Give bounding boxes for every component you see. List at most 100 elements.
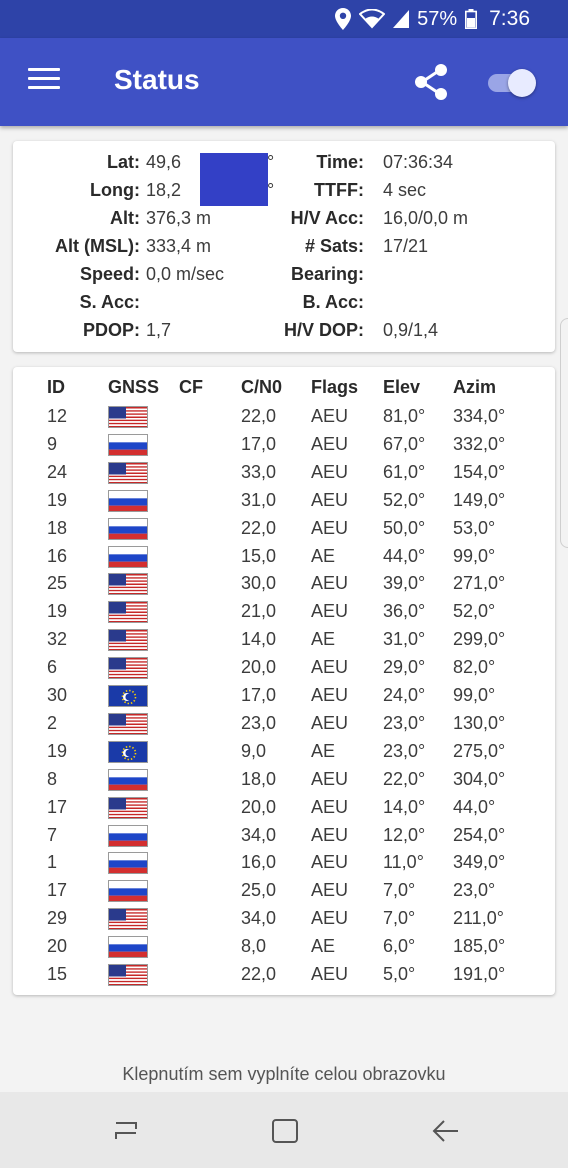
ru-flag-icon (108, 545, 148, 568)
long-value: 18,2 (146, 180, 182, 200)
cell-flags: AEU (311, 685, 349, 705)
cell-id: 15 (47, 964, 68, 984)
lat-label: Lat: (107, 152, 140, 172)
us-flag-icon (108, 964, 148, 986)
header-flags: Flags (311, 377, 359, 397)
cell-cn0: 22,0 (241, 406, 277, 426)
cell-cn0: 16,0 (241, 852, 277, 873)
cell-id: 30 (47, 685, 68, 705)
table-row: 6 20,0 AEU 29,0° 82,0° (13, 654, 555, 682)
cell-id: 6 (47, 657, 58, 678)
table-row: 18 22,0 AEU 50,0° 53,0° (13, 515, 555, 543)
signal-icon (393, 10, 410, 28)
cell-azim: 149,0° (453, 489, 506, 510)
long-label: Long: (90, 180, 140, 200)
cell-id: 7 (47, 824, 58, 845)
cell-azim: 254,0° (453, 824, 506, 845)
hamburger-menu-icon[interactable] (28, 68, 60, 92)
edge-panel-handle[interactable] (560, 318, 568, 548)
cell-id: 2 (47, 712, 58, 733)
cell-elev: 6,0° (383, 936, 416, 957)
hv-acc-value: 16,0/0,0 m (383, 208, 469, 228)
header-id: ID (47, 377, 65, 397)
cell-cn0: 33,0 (241, 461, 277, 482)
pdop-value: 1,7 (146, 320, 172, 340)
cell-cn0: 30,0 (241, 573, 277, 594)
us-flag-icon (108, 629, 148, 652)
cell-id: 1 (47, 852, 58, 873)
share-icon[interactable] (410, 60, 454, 104)
cell-elev: 67,0° (383, 433, 426, 454)
time-value: 07:36:34 (383, 152, 454, 172)
cell-azim: 23,0° (453, 880, 496, 901)
home-icon[interactable] (265, 1114, 305, 1148)
cell-flags: AEU (311, 824, 349, 845)
cell-cn0: 17,0 (241, 685, 277, 705)
us-flag-icon (108, 601, 148, 624)
cell-flags: AEU (311, 964, 349, 984)
cell-elev: 22,0° (383, 768, 426, 789)
cell-elev: 52,0° (383, 489, 426, 510)
ru-flag-icon (108, 517, 148, 540)
cell-id: 29 (47, 908, 68, 929)
header-gnss: GNSS (108, 377, 160, 397)
table-row: 25 30,0 AEU 39,0° 271,0° (13, 570, 555, 598)
cell-elev: 12,0° (383, 824, 426, 845)
cell-cn0: 23,0 (241, 712, 277, 733)
cell-azim: 99,0° (453, 685, 496, 705)
tracking-toggle[interactable] (486, 67, 538, 97)
table-row: 8 18,0 AEU 22,0° 304,0° (13, 766, 555, 794)
cell-cn0: 22,0 (241, 964, 277, 984)
us-flag-icon (108, 796, 148, 819)
table-row: 2 23,0 AEU 23,0° 130,0° (13, 710, 555, 738)
system-status-bar: 57% 7:36 (0, 0, 568, 38)
cell-flags: AEU (311, 433, 349, 454)
alt-msl-label: Alt (MSL): (55, 236, 140, 256)
cell-elev: 7,0° (383, 908, 416, 929)
alt-value: 376,3 m (146, 208, 212, 228)
cell-id: 25 (47, 573, 68, 594)
header-elev: Elev (383, 377, 421, 397)
ru-flag-icon (108, 852, 148, 875)
us-flag-icon (108, 657, 148, 680)
cell-cn0: 8,0 (241, 936, 267, 957)
cell-azim: 191,0° (453, 964, 506, 984)
redaction-box (200, 153, 268, 180)
battery-icon (465, 9, 478, 29)
cell-elev: 23,0° (383, 740, 426, 761)
us-flag-icon (108, 461, 148, 484)
cell-azim: 304,0° (453, 768, 506, 789)
info-row: Lat: 49,6 ° Time: 07:36:34 (13, 152, 555, 180)
cell-flags: AEU (311, 657, 349, 678)
cell-flags: AE (311, 545, 336, 566)
back-icon[interactable] (424, 1114, 464, 1148)
table-row: 17 20,0 AEU 14,0° 44,0° (13, 794, 555, 822)
cell-cn0: 21,0 (241, 601, 277, 622)
cell-id: 20 (47, 936, 68, 957)
cell-flags: AE (311, 740, 336, 761)
system-navigation-bar (0, 1092, 568, 1168)
hv-dop-label: H/V DOP: (283, 320, 364, 340)
cell-cn0: 22,0 (241, 517, 277, 538)
cell-elev: 81,0° (383, 406, 426, 426)
cell-azim: 334,0° (453, 406, 506, 426)
cell-cn0: 31,0 (241, 489, 277, 510)
alt-msl-value: 333,4 m (146, 236, 212, 256)
cell-cn0: 18,0 (241, 768, 277, 789)
pdop-label: PDOP: (82, 320, 140, 340)
cell-flags: AEU (311, 461, 349, 482)
sats-value: 17/21 (383, 236, 429, 256)
cell-azim: 154,0° (453, 461, 506, 482)
cell-elev: 61,0° (383, 461, 426, 482)
alt-label: Alt: (110, 208, 140, 228)
ru-flag-icon (108, 880, 148, 903)
ru-flag-icon (108, 489, 148, 512)
table-row: 32 14,0 AE 31,0° 299,0° (13, 626, 555, 654)
fullscreen-hint[interactable]: Klepnutím sem vyplníte celou obrazovku (0, 1064, 568, 1085)
recent-apps-icon[interactable] (106, 1114, 146, 1148)
clock: 7:36 (489, 7, 530, 30)
cell-id: 9 (47, 433, 58, 454)
cell-azim: 275,0° (453, 740, 506, 761)
cell-elev: 31,0° (383, 629, 426, 650)
cell-cn0: 17,0 (241, 433, 277, 454)
